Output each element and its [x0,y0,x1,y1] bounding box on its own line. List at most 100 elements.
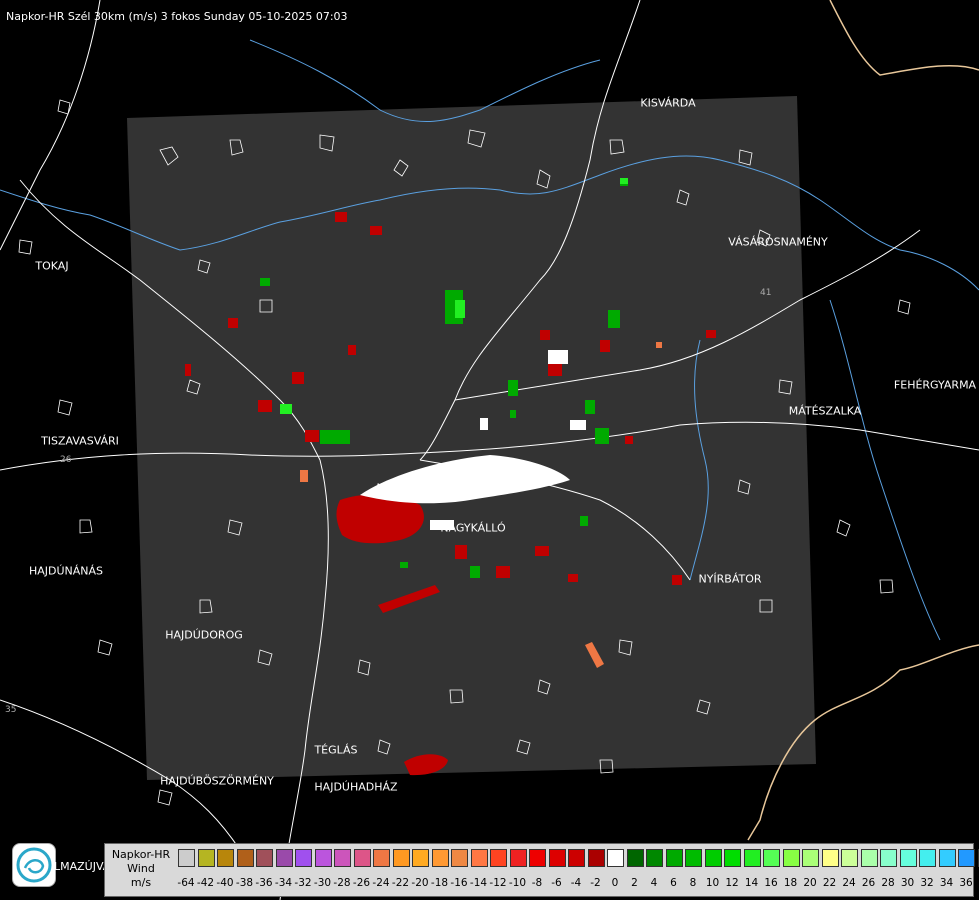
legend-tick-label: -38 [235,877,254,889]
legend-swatch [431,849,449,867]
legend-title-line1: Napkor-HR [111,848,171,861]
map-title: Napkor-HR Szél 30km (m/s) 3 fokos Sunday… [6,10,348,23]
legend-swatch [451,849,468,867]
legend-tick-label: -18 [430,877,449,889]
legend-swatch [821,849,839,867]
legend-swatch [938,849,956,867]
legend-tick-label: 6 [670,877,677,889]
city-label-fehergyarmat: FEHÉRGYARMA [893,378,977,392]
legend-swatch [373,849,390,867]
legend-swatch [217,849,234,867]
city-label-hajduboszormeny: HAJDÚBÖSZÖRMÉNY [160,774,274,788]
legend-tick-label: -10 [508,877,527,889]
legend-tick-label: 8 [689,877,697,889]
legend-swatch [256,849,273,867]
legend-swatch [782,849,800,867]
radar-coverage-area [127,96,816,780]
city-label-vasarosnameny: VÁSÁROSNAMÉNY [728,235,828,249]
legend-swatch [392,849,410,867]
legend-tick-label: 22 [822,877,837,889]
color-legend: Napkor-HR Wind m/s -64 -42 -40 -38 -36 -34 -32… [104,843,979,897]
legend-tick-label: 28 [881,877,895,889]
legend-swatch [236,849,254,867]
legend-swatch [470,849,488,867]
legend-tick-label: -16 [450,877,468,889]
city-label-hajdudorog: HAJDÚDOROG [165,628,243,642]
road-number-26: 26 [60,455,72,465]
country-border [829,0,979,76]
legend-tick-label: -14 [469,877,488,889]
legend-swatch [275,849,293,867]
city-label-mateszalka: MÁTÉSZALKA [788,404,862,418]
legend-swatch [353,849,371,867]
legend-swatch [841,849,858,867]
legend-tick-label: -36 [255,877,273,889]
legend-swatch [899,849,917,867]
legend-swatch [665,849,683,867]
legend-swatch [646,849,663,867]
legend-tick-label: -26 [352,877,371,889]
city-label-teglas: TÉGLÁS [314,743,358,757]
legend-tick-label: 18 [783,877,798,889]
legend-swatch [607,849,624,867]
radar-map-view: 35 26 41 Napkor-HR Szél 30km (m/s) 3 fok… [0,0,979,900]
legend-tick-label: -34 [274,877,293,889]
legend-swatch [880,849,897,867]
road-number-35: 35 [5,705,16,715]
legend-swatch [568,849,585,867]
city-label-nagykallo: NAGYKÁLLÓ [440,521,506,535]
legend-swatch [724,849,741,867]
legend-swatch [743,849,761,867]
legend-tick-label: 30 [900,877,915,889]
legend-tick-label: -64 [177,877,195,889]
legend-swatch [314,849,332,867]
legend-tick-label: -40 [216,877,234,889]
legend-swatch [685,849,702,867]
city-label-kisvarda: KISVÁRDA [640,96,696,110]
map-canvas: 35 26 41 [0,0,979,900]
legend-swatch [919,849,936,867]
legend-tick-label: 36 [959,877,973,889]
legend-tick-label: -42 [196,877,215,889]
legend-swatch [295,849,312,867]
city-label-nyiregyhaza: NYÍREG [376,481,418,495]
legend-swatch [802,849,819,867]
legend-tick-label: -12 [489,877,507,889]
legend-tick-label: 10 [705,877,720,889]
legend-swatch [958,849,975,867]
legend-swatch [763,849,780,867]
legend-tick-label: 14 [744,877,759,889]
legend-tick-label: -8 [531,877,543,889]
legend-title-line3: m/s [130,876,152,889]
legend-swatch [860,849,878,867]
city-label-hajduhadhaz: HAJDÚHADHÁZ [314,780,398,794]
legend-swatch [548,849,566,867]
legend-tick-label: -2 [590,877,601,889]
logo-icon [12,843,56,887]
legend-tick-label: 2 [631,877,638,889]
legend-swatch [626,849,644,867]
legend-swatch [197,849,215,867]
legend-tick-label: 20 [803,877,817,889]
legend-tick-label: -30 [313,877,332,889]
legend-swatch [334,849,351,867]
legend-tick-label: 32 [920,877,934,889]
road-number-41: 41 [760,288,771,298]
city-label-nyirbator: NYÍRBÁTOR [698,572,762,586]
legend-swatch [704,849,722,867]
city-label-tokaj: TOKAJ [35,259,69,273]
legend-swatch [529,849,546,867]
legend-tick-label: -22 [391,877,410,889]
river-kraszna [829,299,941,641]
city-label-tiszavasvari: TISZAVASVÁRI [41,434,119,448]
legend-tick-label: -28 [333,877,351,889]
legend-tick-label: 12 [725,877,739,889]
legend-swatch [490,849,507,867]
legend-title-line2: Wind [127,862,155,875]
legend-tick-label: 16 [764,877,778,889]
legend-tick-label: 26 [861,877,876,889]
legend-tick-label: -4 [570,877,582,889]
legend-swatch [178,849,195,867]
legend-swatch [587,849,605,867]
legend-tick-label: -6 [551,877,562,889]
